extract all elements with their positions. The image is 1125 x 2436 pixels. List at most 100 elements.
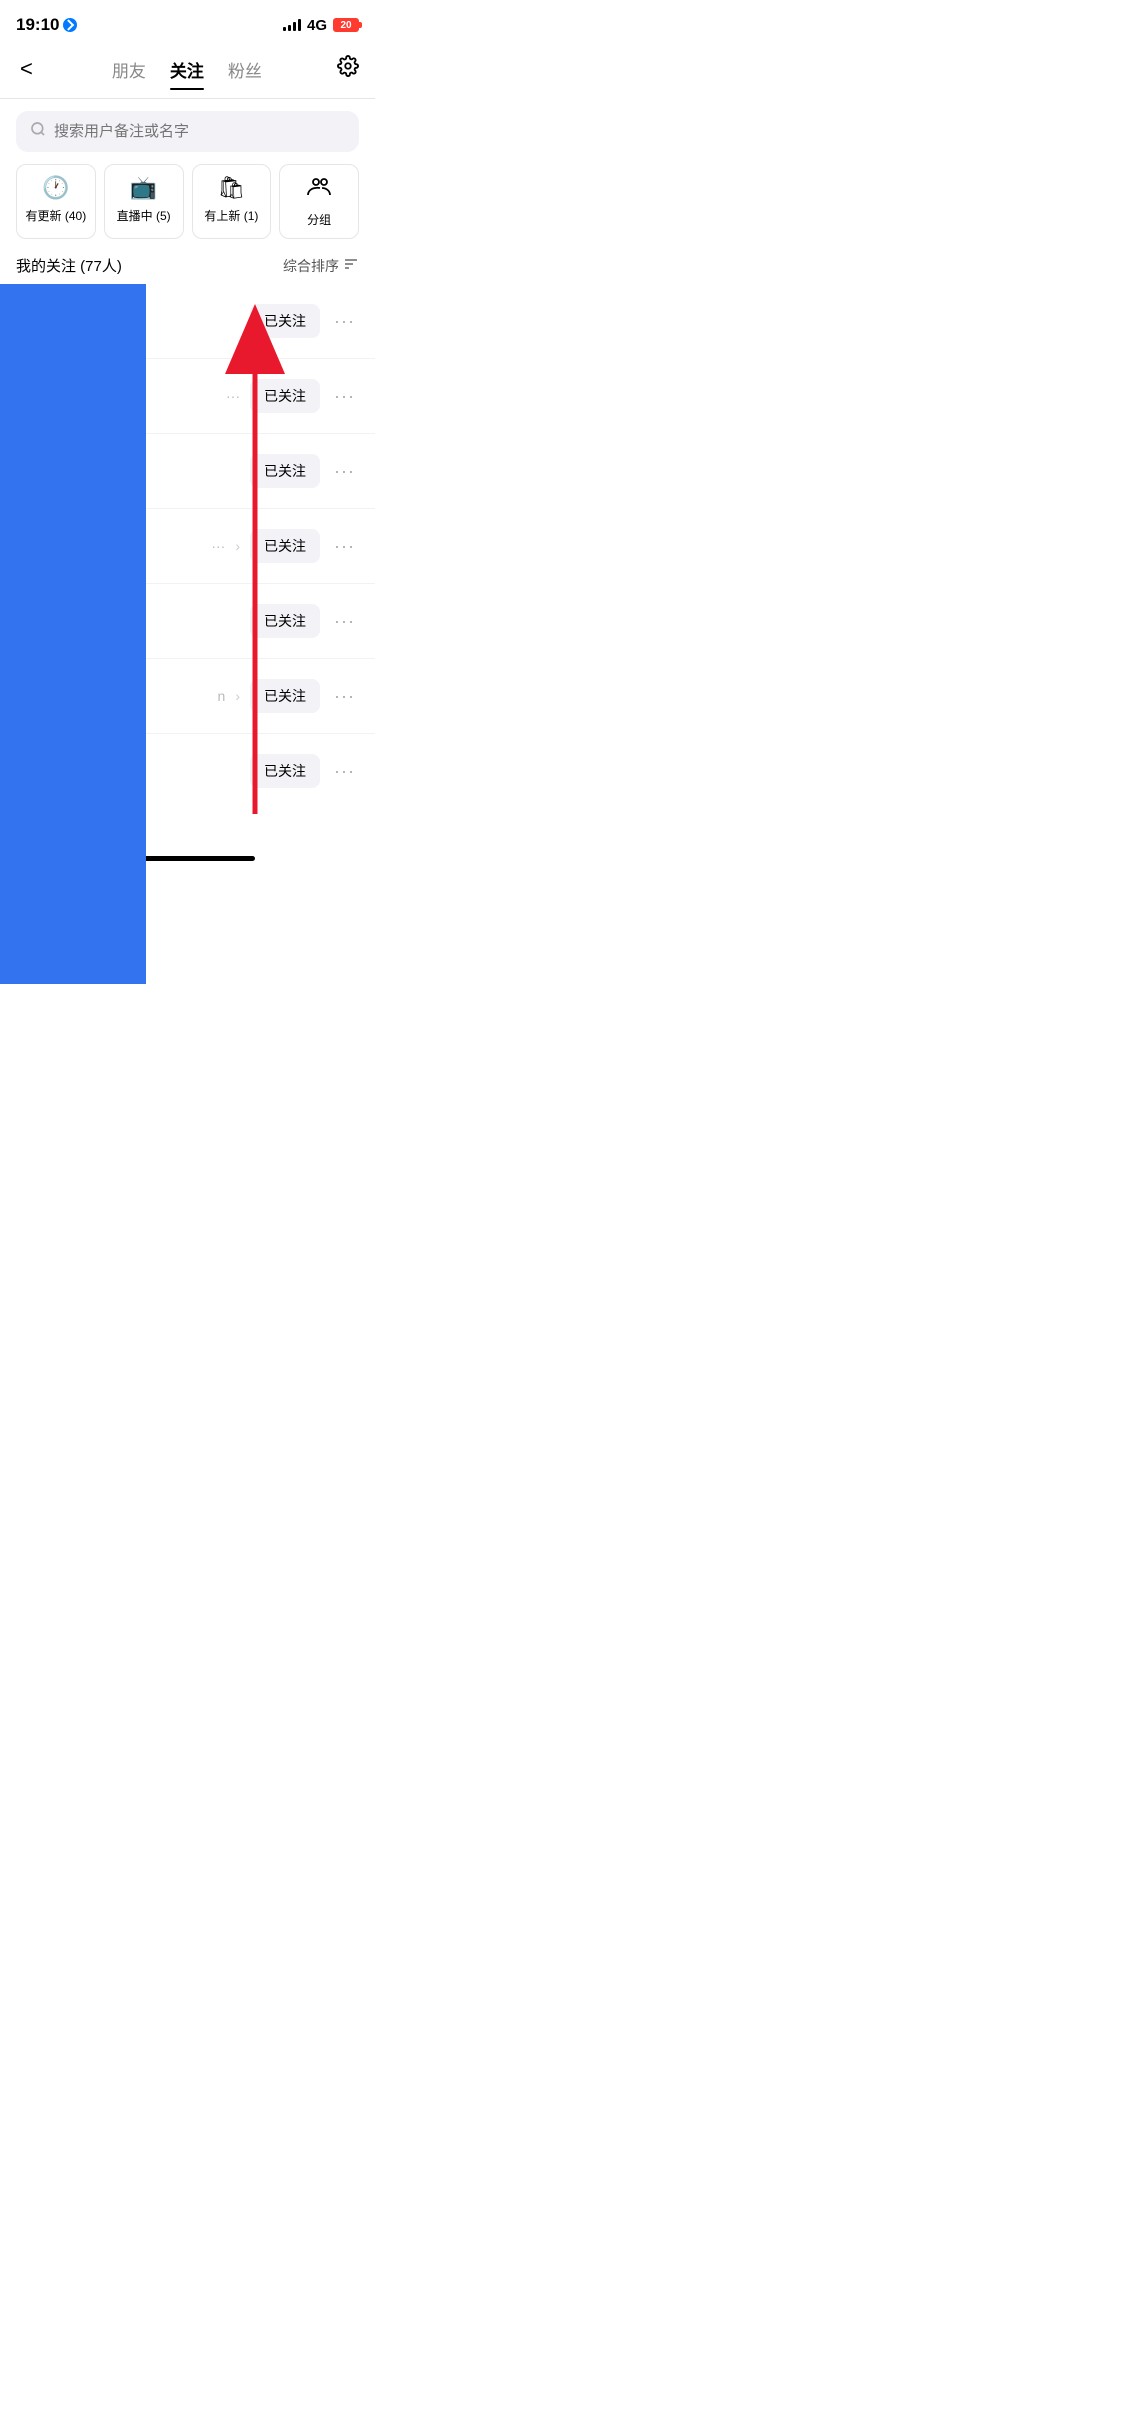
signal-bar-4 [298,19,301,31]
user-info-4 [78,545,211,547]
user-item-6: n › 已关注 ··· [0,659,375,733]
time-text: 19:10 [16,15,59,35]
section-header: 我的关注 (77人) 综合排序 [0,251,375,284]
battery: 20 [333,18,359,32]
user-avatar-area-1 [16,296,66,346]
user-item-4: ··· › 已关注 ··· [0,509,375,583]
more-btn-4[interactable]: ··· [330,532,359,561]
sort-icon [343,256,359,275]
location-icon [63,18,77,32]
live-icon: 📺 [130,175,157,201]
user-avatar-7 [16,746,66,796]
status-bar: 19:10 4G 20 [0,0,375,44]
more-btn-6[interactable]: ··· [330,682,359,711]
user-avatar-1 [16,296,66,346]
nav-bar: < 朋友 关注 粉丝 [0,44,375,98]
user-info-2 [78,395,226,397]
user-avatar-area-6 [16,671,66,721]
search-input[interactable] [54,123,345,140]
user-avatar-area-7 [16,746,66,796]
more-btn-5[interactable]: ··· [330,607,359,636]
search-container [0,99,375,164]
user-avatar-3 [16,446,66,496]
follow-btn-2[interactable]: 已关注 [250,379,320,413]
more-btn-3[interactable]: ··· [330,457,359,486]
follow-btn-3[interactable]: 已关注 [250,454,320,488]
section-title: 我的关注 (77人) [16,255,122,276]
filter-groups-label: 分组 [307,211,331,228]
filter-cards: 🕐 有更新 (40) 📺 直播中 (5) 🛍 有上新 (1) 分组 [0,164,375,251]
ellipsis-6: n [218,688,226,704]
user-avatar-area-3 [16,446,66,496]
clock-icon: 🕐 [42,175,69,201]
tab-fans[interactable]: 粉丝 [228,53,262,86]
battery-body: 20 [333,18,359,32]
user-info-6 [78,695,218,697]
filter-card-groups[interactable]: 分组 [279,164,359,239]
signal-bar-3 [293,22,296,31]
battery-level: 20 [336,20,356,31]
signal-bar-1 [283,27,286,31]
user-info-7 [78,770,250,772]
user-actions-5: 已关注 ··· [250,604,359,638]
user-actions-1: 已关注 ··· [250,304,359,338]
user-avatar-2 [16,371,66,421]
ellipsis-2: ··· [226,388,240,404]
user-avatar-area-5 [16,596,66,646]
filter-updates-label: 有更新 (40) [26,207,87,224]
user-item-7: 已关注 ··· [0,734,375,808]
user-item-1: 已关注 ··· [0,284,375,358]
network-label: 4G [307,17,327,34]
filter-card-live[interactable]: 📺 直播中 (5) [104,164,184,239]
user-actions-4: ··· › 已关注 ··· [211,529,359,563]
follow-btn-4[interactable]: 已关注 [250,529,320,563]
ellipsis-4: ··· [211,538,225,554]
more-btn-1[interactable]: ··· [330,307,359,336]
settings-button[interactable] [337,55,359,83]
chevron-icon-6: › [235,688,240,704]
user-info-5 [78,620,250,622]
follow-btn-7[interactable]: 已关注 [250,754,320,788]
signal-bars [283,19,301,31]
nav-tabs: 朋友 关注 粉丝 [37,53,337,86]
user-avatar-area-2 [16,371,66,421]
follow-btn-6[interactable]: 已关注 [250,679,320,713]
status-right: 4G 20 [283,17,359,34]
groups-icon [307,175,331,205]
user-avatar-area-4 [16,521,66,571]
sort-label: 综合排序 [283,256,339,276]
user-actions-2: ··· 已关注 ··· [226,379,359,413]
chevron-icon-4: › [235,538,240,554]
tab-following[interactable]: 关注 [170,53,204,86]
user-avatar-5 [16,596,66,646]
home-indicator [0,848,375,865]
home-bar [121,856,255,861]
new-icon: 🛍 [217,175,245,201]
more-btn-7[interactable]: ··· [330,757,359,786]
user-item-2: ··· 已关注 ··· [0,359,375,433]
user-list-section: 已关注 ··· ··· 已关注 ··· 已关注 ··· [0,284,375,808]
more-btn-2[interactable]: ··· [330,382,359,411]
follow-btn-5[interactable]: 已关注 [250,604,320,638]
back-button[interactable]: < [16,52,37,86]
status-time: 19:10 [16,15,77,35]
user-info-3 [78,470,250,472]
filter-card-updates[interactable]: 🕐 有更新 (40) [16,164,96,239]
filter-live-label: 直播中 (5) [117,207,171,224]
user-actions-3: 已关注 ··· [250,454,359,488]
user-avatar-6 [16,671,66,721]
search-bar[interactable] [16,111,359,152]
user-info-1 [78,320,250,322]
user-item-3: 已关注 ··· [0,434,375,508]
user-actions-6: n › 已关注 ··· [218,679,359,713]
search-icon [30,121,46,142]
signal-bar-2 [288,25,291,31]
user-actions-7: 已关注 ··· [250,754,359,788]
follow-btn-1[interactable]: 已关注 [250,304,320,338]
sort-button[interactable]: 综合排序 [283,256,359,276]
user-avatar-4 [16,521,66,571]
filter-card-new[interactable]: 🛍 有上新 (1) [192,164,272,239]
user-item-5: 已关注 ··· [0,584,375,658]
tab-friends[interactable]: 朋友 [112,53,146,86]
filter-new-label: 有上新 (1) [204,207,258,224]
